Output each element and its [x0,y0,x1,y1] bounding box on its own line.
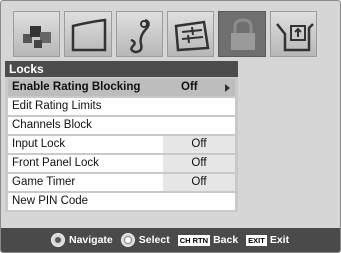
menu-item-label: Enable Rating Blocking [12,81,141,93]
dpad-navigate-icon [51,233,65,247]
menu-title: Locks [5,61,238,77]
menu-icon-bar [13,11,317,57]
menu-item-value: Off [163,155,235,172]
arrow-right-icon [225,84,230,92]
back-hint: CH RTN Back [177,234,239,246]
menu-item-game-timer[interactable]: Game Timer Off [8,174,235,193]
menu-item-label: Input Lock [12,138,66,150]
dpad-select-icon [120,233,135,247]
select-hint: Select [120,233,170,247]
sound-icon[interactable] [64,11,112,57]
ch-rtn-key-icon: CH RTN [177,234,211,246]
menu-item-label: Channels Block [12,119,92,131]
locks-menu-list: Enable Rating Blocking Off Edit Rating L… [5,77,238,212]
picture-icon[interactable] [13,11,61,57]
tv-menu-frame: Locks Enable Rating Blocking Off Edit Ra… [0,0,341,253]
menu-item-new-pin-code[interactable]: New PIN Code [8,193,235,212]
navigate-hint: Navigate [51,233,113,247]
menu-item-label: Front Panel Lock [12,157,99,169]
navigate-label: Navigate [69,234,113,246]
lock-icon[interactable] [218,11,266,57]
exit-hint: EXIT Exit [246,234,289,246]
locks-menu-panel: Locks Enable Rating Blocking Off Edit Ra… [5,61,238,221]
preferences-icon[interactable] [166,11,215,57]
select-label: Select [138,234,170,246]
menu-item-label: New PIN Code [12,195,89,207]
menu-item-enable-rating-blocking[interactable]: Enable Rating Blocking Off [8,79,235,98]
exit-key-icon: EXIT [246,234,267,246]
menu-item-front-panel-lock[interactable]: Front Panel Lock Off [8,155,235,174]
menu-item-label: Edit Rating Limits [12,100,102,112]
menu-item-label: Game Timer [12,176,76,188]
menu-item-edit-rating-limits[interactable]: Edit Rating Limits [8,98,235,117]
menu-item-input-lock[interactable]: Input Lock Off [8,136,235,155]
applications-icon[interactable] [269,11,317,57]
menu-item-value: Off [163,136,235,153]
button-guide-bar: Navigate Select CH RTN Back EXIT Exit [1,228,340,252]
menu-item-channels-block[interactable]: Channels Block [8,117,235,136]
menu-item-value: Off [163,174,235,191]
back-label: Back [213,234,239,246]
setup-icon[interactable] [115,11,163,57]
exit-label: Exit [269,234,290,246]
